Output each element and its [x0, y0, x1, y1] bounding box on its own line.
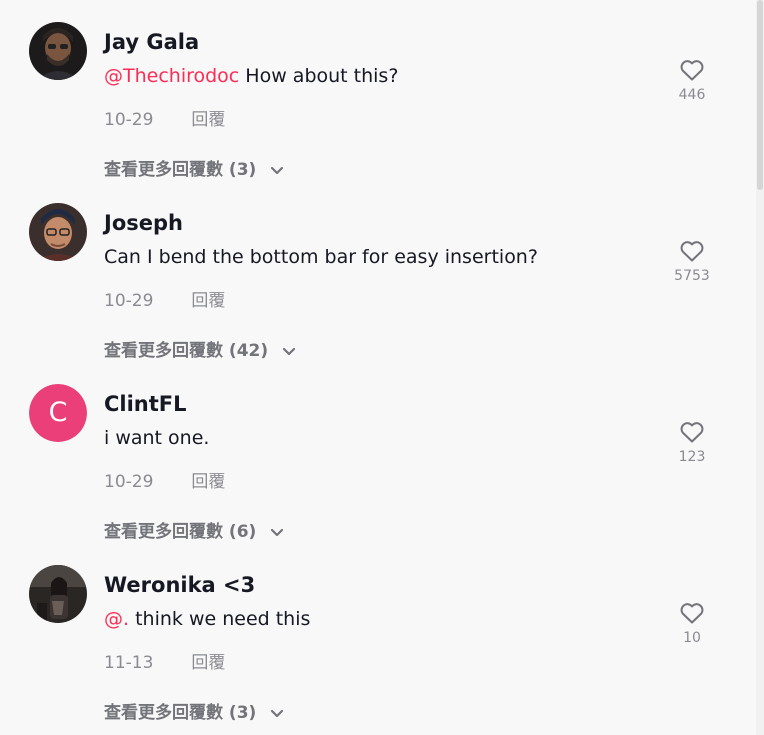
- comment-date: 10-29: [104, 291, 154, 311]
- avatar-photo: [29, 22, 87, 80]
- view-more-replies-button[interactable]: 查看更多回覆數 (3): [104, 155, 284, 180]
- comment-item: Weronika <3 @. think we need this 11-13 回…: [0, 543, 764, 724]
- reply-count: (6): [228, 522, 257, 542]
- comment-meta: 10-29 回覆: [104, 467, 225, 492]
- comment-body: i want one.: [104, 427, 210, 449]
- comment-meta: 10-29 回覆: [104, 286, 225, 311]
- comment-mention[interactable]: @Thechirodoc: [104, 65, 239, 87]
- view-more-replies-button[interactable]: 查看更多回覆數 (6): [104, 517, 284, 542]
- like-control: 446: [664, 58, 720, 103]
- like-control: 5753: [664, 239, 720, 284]
- chevron-down-icon: [271, 166, 284, 174]
- reply-count: (3): [228, 703, 257, 723]
- like-control: 123: [664, 420, 720, 465]
- reply-count: (3): [228, 160, 257, 180]
- comment-meta: 10-29 回覆: [104, 105, 225, 130]
- heart-icon[interactable]: [679, 601, 705, 625]
- avatar[interactable]: C: [29, 384, 87, 442]
- view-more-replies-label: 查看更多回覆數: [104, 160, 223, 180]
- comment-username[interactable]: Weronika <3: [104, 573, 255, 597]
- comment-text: @. think we need this: [104, 608, 310, 630]
- comment-date: 10-29: [104, 110, 154, 130]
- avatar[interactable]: [29, 22, 87, 80]
- comment-body: Can I bend the bottom bar for easy inser…: [104, 246, 538, 268]
- comment-meta: 11-13 回覆: [104, 648, 225, 673]
- like-count: 123: [678, 449, 706, 465]
- reply-button[interactable]: 回覆: [191, 467, 225, 492]
- view-more-replies-button[interactable]: 查看更多回覆數 (3): [104, 698, 284, 723]
- view-more-replies-label: 查看更多回覆數: [104, 703, 223, 723]
- reply-count: (42): [228, 341, 269, 361]
- comment-username[interactable]: ClintFL: [104, 392, 187, 416]
- reply-button[interactable]: 回覆: [191, 648, 225, 673]
- scrollbar[interactable]: [756, 0, 764, 735]
- heart-icon[interactable]: [679, 420, 705, 444]
- comment-body: think we need this: [129, 608, 311, 630]
- chevron-down-icon: [271, 528, 284, 536]
- comment-body: How about this?: [239, 65, 399, 87]
- view-more-replies-button[interactable]: 查看更多回覆數 (42): [104, 336, 296, 361]
- avatar-letter: C: [29, 384, 87, 442]
- reply-button[interactable]: 回覆: [191, 286, 225, 311]
- like-count: 10: [683, 630, 701, 646]
- comment-item: C ClintFL i want one. 10-29 回覆 查看更多回覆數 (6…: [0, 362, 764, 543]
- like-control: 10: [664, 601, 720, 646]
- comment-item: Joseph Can I bend the bottom bar for eas…: [0, 181, 764, 362]
- like-count: 5753: [674, 268, 710, 284]
- comment-list: Jay Gala @Thechirodoc How about this? 10…: [0, 0, 764, 735]
- comment-username[interactable]: Jay Gala: [104, 30, 199, 54]
- like-count: 446: [678, 87, 706, 103]
- comment-mention[interactable]: @.: [104, 608, 129, 630]
- comment-date: 10-29: [104, 472, 154, 492]
- comment-text: @Thechirodoc How about this?: [104, 65, 398, 87]
- heart-icon[interactable]: [679, 58, 705, 82]
- reply-button[interactable]: 回覆: [191, 105, 225, 130]
- avatar-photo: [29, 565, 87, 623]
- chevron-down-icon: [271, 709, 284, 717]
- scrollbar-thumb[interactable]: [757, 0, 763, 190]
- comment-date: 11-13: [104, 653, 154, 673]
- comment-username[interactable]: Joseph: [104, 211, 183, 235]
- comment-text: i want one.: [104, 427, 209, 449]
- avatar[interactable]: [29, 203, 87, 261]
- view-more-replies-label: 查看更多回覆數: [104, 522, 223, 542]
- avatar-photo: [29, 203, 87, 261]
- comment-text: Can I bend the bottom bar for easy inser…: [104, 246, 538, 268]
- view-more-replies-label: 查看更多回覆數: [104, 341, 223, 361]
- chevron-down-icon: [282, 347, 296, 355]
- heart-icon[interactable]: [679, 239, 705, 263]
- avatar[interactable]: [29, 565, 87, 623]
- comment-item: Jay Gala @Thechirodoc How about this? 10…: [0, 0, 764, 181]
